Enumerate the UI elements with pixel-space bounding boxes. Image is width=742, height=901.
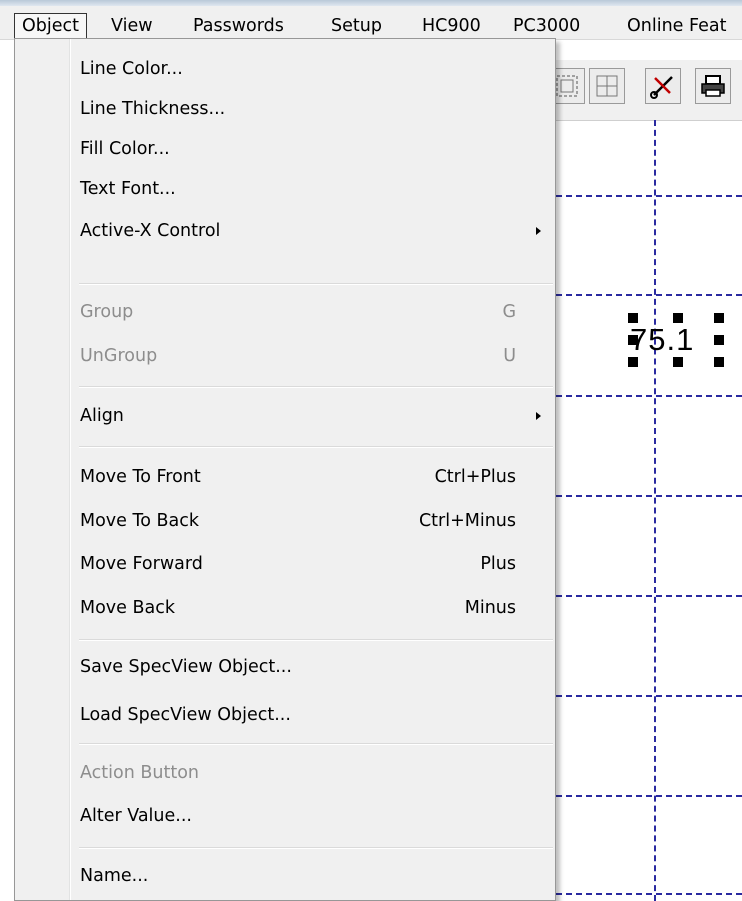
- menu-item-ungroup[interactable]: UnGroup U: [17, 336, 553, 376]
- grid-line: [556, 495, 742, 497]
- grid-line: [556, 795, 742, 797]
- menu-item-move-to-back[interactable]: Move To Back Ctrl+Minus: [17, 501, 553, 541]
- menu-item-label: Active-X Control: [80, 221, 221, 241]
- ungroup-objects-icon[interactable]: [589, 68, 625, 104]
- menu-item-label: Align: [80, 406, 124, 426]
- menu-item-shortcut: Minus: [464, 598, 516, 618]
- value-object-text: 75.1: [630, 322, 695, 357]
- resize-handle[interactable]: [673, 313, 683, 323]
- grid-line: [556, 195, 742, 197]
- menu-separator: [79, 283, 553, 285]
- menu-item-label: Alter Value...: [80, 806, 192, 826]
- menu-setup[interactable]: Setup: [324, 13, 389, 39]
- resize-handle[interactable]: [714, 335, 724, 345]
- menu-item-align[interactable]: Align: [17, 396, 553, 436]
- menu-item-label: Line Color...: [80, 59, 183, 79]
- menu-bar: Object View Passwords Setup HC900 PC3000…: [0, 0, 742, 40]
- menu-pc3000[interactable]: PC3000: [506, 13, 587, 39]
- menu-item-label: Load SpecView Object...: [80, 705, 291, 725]
- menu-item-label: Move Back: [80, 598, 175, 618]
- menu-item-alter-value[interactable]: Alter Value...: [17, 796, 553, 836]
- submenu-arrow-icon: [536, 227, 541, 235]
- resize-handle[interactable]: [714, 313, 724, 323]
- menu-separator: [79, 639, 553, 641]
- menu-passwords[interactable]: Passwords: [186, 13, 291, 39]
- cut-icon[interactable]: [645, 68, 681, 104]
- menu-item-label: Action Button: [80, 763, 199, 783]
- grid-line: [556, 294, 742, 296]
- menu-item-active-x-control[interactable]: Active-X Control: [17, 211, 553, 251]
- menu-item-shortcut: Plus: [480, 554, 516, 574]
- menu-item-label: Move To Back: [80, 511, 199, 531]
- print-icon[interactable]: [695, 68, 731, 104]
- menu-item-move-to-front[interactable]: Move To Front Ctrl+Plus: [17, 457, 553, 497]
- menu-separator: [79, 386, 553, 388]
- menu-hc900[interactable]: HC900: [415, 13, 488, 39]
- resize-handle[interactable]: [628, 313, 638, 323]
- toolbar: [545, 60, 742, 121]
- menu-item-label: UnGroup: [80, 346, 158, 366]
- menu-item-label: Name...: [80, 866, 149, 886]
- menu-item-action-button[interactable]: Action Button: [17, 753, 553, 793]
- grid-line: [556, 695, 742, 697]
- menu-item-label: Move To Front: [80, 467, 201, 487]
- menu-item-load-specview-object[interactable]: Load SpecView Object...: [17, 695, 553, 735]
- menu-object[interactable]: Object: [14, 13, 87, 39]
- menu-item-group[interactable]: Group G: [17, 292, 553, 332]
- menu-item-label: Text Font...: [80, 179, 176, 199]
- menu-item-label: Fill Color...: [80, 139, 170, 159]
- resize-handle[interactable]: [628, 335, 638, 345]
- menu-item-move-back[interactable]: Move Back Minus: [17, 588, 553, 628]
- menu-item-shortcut: U: [503, 346, 516, 366]
- menu-item-label: Save SpecView Object...: [80, 657, 292, 677]
- menu-item-save-specview-object[interactable]: Save SpecView Object...: [17, 647, 553, 687]
- menu-item-shortcut: Ctrl+Minus: [418, 511, 516, 531]
- resize-handle[interactable]: [673, 357, 683, 367]
- selected-value-object[interactable]: 75.1: [628, 313, 724, 367]
- menu-item-text-font[interactable]: Text Font...: [17, 169, 553, 209]
- menu-separator: [79, 743, 553, 745]
- menu-separator: [79, 847, 553, 849]
- grid-line: [654, 120, 656, 901]
- menu-item-shortcut: Ctrl+Plus: [434, 467, 516, 487]
- grid-line: [556, 893, 742, 895]
- menu-view[interactable]: View: [104, 13, 160, 39]
- menu-item-label: Line Thickness...: [80, 99, 226, 119]
- menu-item-shortcut: G: [502, 302, 516, 322]
- menu-item-fill-color[interactable]: Fill Color...: [17, 129, 553, 169]
- menu-item-label: Move Forward: [80, 554, 203, 574]
- menu-item-label: Group: [80, 302, 134, 322]
- menu-online-features[interactable]: Online Feat: [620, 13, 733, 39]
- grid-line: [556, 595, 742, 597]
- resize-handle[interactable]: [714, 357, 724, 367]
- grid-line: [556, 395, 742, 397]
- menu-separator: [79, 446, 553, 448]
- menu-item-line-thickness[interactable]: Line Thickness...: [17, 89, 553, 129]
- menu-item-name[interactable]: Name...: [17, 856, 553, 896]
- resize-handle[interactable]: [628, 357, 638, 367]
- menu-item-move-forward[interactable]: Move Forward Plus: [17, 544, 553, 584]
- object-menu-dropdown: Line Color... Line Thickness... Fill Col…: [14, 38, 556, 901]
- submenu-arrow-icon: [536, 412, 541, 420]
- menu-item-line-color[interactable]: Line Color...: [17, 49, 553, 89]
